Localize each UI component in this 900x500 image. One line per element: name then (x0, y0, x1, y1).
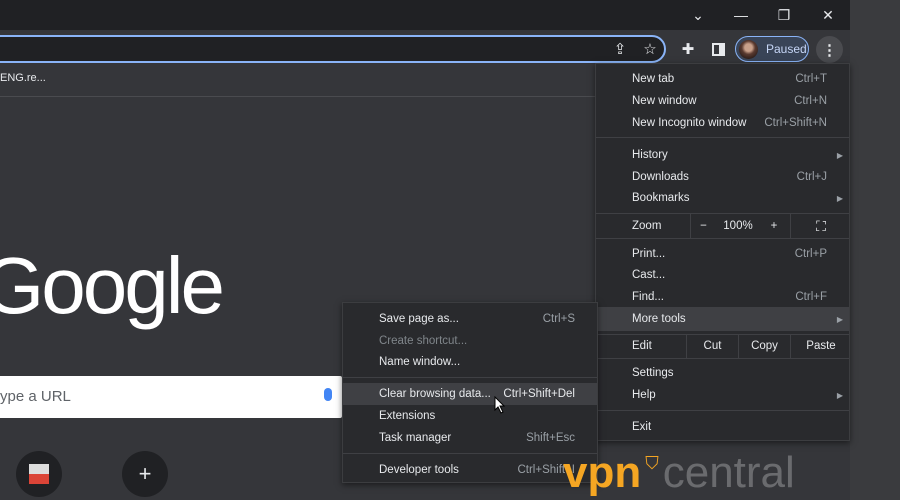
watermark-central: central (662, 448, 795, 497)
label: Cast... (632, 269, 666, 281)
more-tools-submenu: Save page as... Ctrl+S Create shortcut...… (342, 302, 598, 483)
divider (596, 358, 849, 359)
label: Print... (632, 248, 666, 260)
label: Developer tools (379, 464, 459, 476)
divider (343, 377, 597, 378)
divider (343, 453, 597, 454)
close-button[interactable]: ✕ (806, 0, 850, 30)
shortcut: Ctrl+Shift+Del (503, 388, 575, 400)
side-panel-icon[interactable] (706, 38, 730, 60)
menu-item-find[interactable]: Find... Ctrl+F (596, 286, 849, 308)
menu-item-help[interactable]: Help ▶ (596, 384, 849, 406)
shield-icon: ⛉ (645, 453, 659, 473)
background-strip (850, 0, 900, 500)
profile-status: Paused (766, 42, 807, 56)
shortcut: Ctrl+Shift+N (764, 117, 827, 129)
profile-button[interactable]: Paused (735, 36, 809, 62)
chrome-webstore-icon (29, 464, 49, 484)
edit-row: Edit Cut Copy Paste (596, 334, 849, 358)
zoom-value: 100% (723, 220, 753, 232)
zoom-row: Zoom − 100% + ⛶ (596, 214, 849, 238)
label: New Incognito window (632, 117, 747, 129)
extensions-icon[interactable]: ✚ (676, 38, 700, 60)
label: Task manager (379, 432, 452, 444)
menu-item-new-window[interactable]: New window Ctrl+N (596, 90, 849, 112)
shortcut: Ctrl+T (795, 73, 827, 85)
menu-item-extensions[interactable]: Extensions (343, 405, 597, 427)
restore-button[interactable]: ❐ (762, 0, 806, 30)
shortcut-tile[interactable] (16, 451, 62, 497)
menu-item-clear-browsing-data[interactable]: Clear browsing data... Ctrl+Shift+Del (343, 383, 597, 405)
label: Find... (632, 291, 664, 303)
shortcut: Ctrl+N (794, 95, 827, 107)
menu-item-settings[interactable]: Settings (596, 362, 849, 384)
paste-button[interactable]: Paste (790, 334, 851, 358)
vpncentral-watermark: vpn ⛉ central (563, 445, 795, 495)
mouse-cursor-icon (494, 396, 506, 414)
menu-item-cast[interactable]: Cast... (596, 264, 849, 286)
shortcut: Ctrl+S (542, 313, 575, 325)
menu-item-save-page[interactable]: Save page as... Ctrl+S (343, 308, 597, 330)
label: New tab (632, 73, 675, 85)
menu-item-task-manager[interactable]: Task manager Shift+Esc (343, 427, 597, 449)
zoom-label: Zoom (632, 220, 662, 232)
label: Bookmarks (632, 192, 690, 204)
google-logo: Google (0, 241, 225, 330)
label: Help (632, 389, 656, 401)
divider (596, 410, 849, 411)
submenu-arrow-icon: ▶ (836, 314, 843, 324)
cut-button[interactable]: Cut (686, 334, 738, 358)
label: New window (632, 95, 697, 107)
menu-icon[interactable]: ⋮ (816, 36, 843, 63)
menu-item-print[interactable]: Print... Ctrl+P (596, 243, 849, 265)
address-bar[interactable] (0, 35, 666, 63)
shortcut: Ctrl+J (796, 171, 827, 183)
menu-item-exit[interactable]: Exit (596, 416, 849, 438)
minimize-button[interactable]: — (719, 0, 763, 30)
chrome-menu: New tab Ctrl+T New window Ctrl+N New Incog… (595, 63, 850, 441)
menu-item-developer-tools[interactable]: Developer tools Ctrl+Shift+I (343, 459, 597, 481)
menu-item-name-window[interactable]: Name window... (343, 351, 597, 373)
search-placeholder: ype a URL (0, 388, 71, 405)
fullscreen-icon[interactable]: ⛶ (790, 214, 851, 238)
label: More tools (632, 313, 686, 325)
copy-button[interactable]: Copy (738, 334, 790, 358)
share-icon[interactable]: ⇪ (608, 38, 632, 60)
menu-item-downloads[interactable]: Downloads Ctrl+J (596, 166, 849, 188)
submenu-arrow-icon: ▶ (836, 193, 843, 203)
divider (596, 238, 849, 239)
label: History (632, 149, 668, 161)
menu-item-create-shortcut: Create shortcut... (343, 330, 597, 352)
watermark-vpn: vpn (563, 448, 642, 497)
label: Exit (632, 421, 652, 433)
menu-item-history[interactable]: History ▶ (596, 144, 849, 166)
menu-item-more-tools[interactable]: More tools ▶ (596, 307, 849, 331)
avatar (739, 39, 758, 59)
edit-label: Edit (632, 340, 652, 352)
submenu-arrow-icon: ▶ (836, 390, 843, 400)
menu-item-incognito[interactable]: New Incognito window Ctrl+Shift+N (596, 112, 849, 134)
menu-item-bookmarks[interactable]: Bookmarks ▶ (596, 187, 849, 209)
label: Name window... (379, 356, 461, 368)
zoom-in-button[interactable]: + (760, 214, 788, 238)
shortcut: Shift+Esc (526, 432, 575, 444)
submenu-arrow-icon: ▶ (836, 150, 843, 160)
star-icon[interactable]: ☆ (638, 38, 662, 60)
zoom-out-button[interactable]: − (690, 214, 716, 238)
label: Downloads (632, 171, 689, 183)
label: Clear browsing data... (379, 388, 491, 400)
shortcut: Ctrl+F (795, 291, 827, 303)
bookmark-item[interactable]: ENG.re... (0, 72, 46, 84)
mic-icon[interactable] (324, 388, 332, 401)
label: Settings (632, 367, 674, 379)
menu-item-new-tab[interactable]: New tab Ctrl+T (596, 68, 849, 90)
divider (596, 137, 849, 138)
tab-search-chevron-icon[interactable]: ⌄ (676, 0, 720, 30)
add-shortcut-button[interactable]: + (122, 451, 168, 497)
label: Extensions (379, 410, 436, 422)
label: Create shortcut... (379, 335, 468, 347)
shortcut: Ctrl+P (794, 248, 827, 260)
label: Save page as... (379, 313, 459, 325)
